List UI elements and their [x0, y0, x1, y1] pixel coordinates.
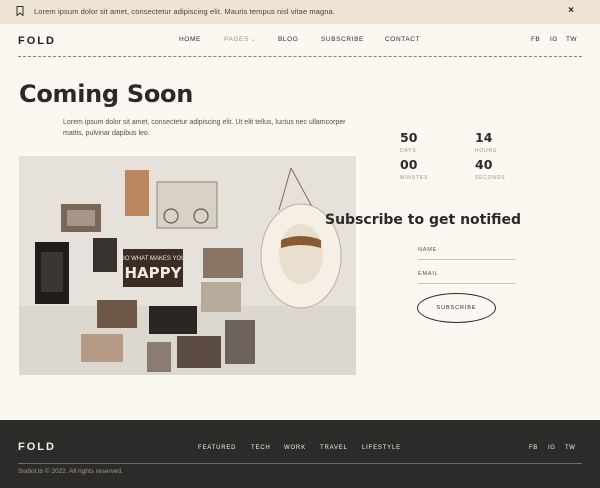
social-ig-link[interactable]: IG: [550, 36, 558, 43]
name-field-label: NAME: [418, 247, 438, 253]
footer-social-fb[interactable]: FB: [529, 445, 538, 451]
nav-subscribe[interactable]: SUBSCRIBE: [321, 36, 364, 43]
email-field[interactable]: [418, 283, 516, 284]
header-divider: [18, 56, 582, 57]
footer-nav-work[interactable]: WORK: [284, 445, 306, 451]
poster-line2: HAPPY: [124, 264, 182, 282]
hero-description: Lorem ipsum dolor sit amet, consectetur …: [63, 119, 346, 137]
social-fb-link[interactable]: FB: [531, 36, 540, 43]
footer-nav-lifestyle[interactable]: LIFESTYLE: [362, 445, 401, 451]
site-logo[interactable]: FOLD: [18, 35, 56, 47]
site-footer: FOLD FEATURED TECH WORK TRAVEL LIFESTYLE…: [0, 420, 600, 488]
footer-nav-tech[interactable]: TECH: [251, 445, 271, 451]
bookmark-icon: [16, 6, 24, 16]
nav-pages-label: PAGES: [224, 36, 249, 43]
hero-image: DO WHAT MAKES YOU HAPPY: [19, 156, 356, 375]
email-field-label: EMAIL: [418, 271, 439, 277]
close-icon[interactable]: ×: [568, 5, 574, 16]
nav-home[interactable]: HOME: [179, 36, 201, 43]
announcement-bar: Lorem ipsum dolor sit amet, consectetur …: [0, 0, 600, 24]
subscribe-title: Subscribe to get notified: [325, 212, 522, 228]
page-title: Coming Soon: [19, 80, 194, 108]
countdown-minutes: 00: [400, 157, 418, 172]
footer-logo[interactable]: FOLD: [18, 441, 56, 453]
footer-divider: [18, 463, 582, 464]
nav-pages[interactable]: PAGES ⌄: [224, 36, 257, 43]
countdown-minutes-label: MINUTES: [400, 175, 429, 181]
gallery-wall-illustration: DO WHAT MAKES YOU HAPPY: [19, 156, 356, 375]
nav-contact[interactable]: CONTACT: [385, 36, 420, 43]
footer-nav-featured[interactable]: FEATURED: [198, 445, 236, 451]
countdown-hours-label: HOURS: [475, 148, 498, 154]
nav-blog[interactable]: BLOG: [278, 36, 298, 43]
chevron-down-icon: ⌄: [250, 37, 257, 43]
site-header: FOLD HOME PAGES ⌄ BLOG SUBSCRIBE CONTACT …: [0, 24, 600, 56]
footer-social-ig[interactable]: IG: [548, 445, 556, 451]
announcement-text: Lorem ipsum dolor sit amet, consectetur …: [34, 7, 336, 16]
footer-nav-travel[interactable]: TRAVEL: [320, 445, 348, 451]
name-field[interactable]: [418, 259, 516, 260]
subscribe-button[interactable]: SUBSCRIBE: [417, 293, 496, 323]
countdown-days-label: DAYS: [400, 148, 417, 154]
copyright-text: Sodiol.lb © 2022. All rights reserved.: [18, 468, 123, 475]
countdown-hours: 14: [475, 130, 493, 145]
footer-social-tw[interactable]: TW: [565, 445, 576, 451]
social-tw-link[interactable]: TW: [566, 36, 577, 43]
countdown-days: 50: [400, 130, 418, 145]
countdown-seconds-label: SECONDS: [475, 175, 506, 181]
poster-line1: DO WHAT MAKES YOU: [120, 256, 185, 262]
countdown-seconds: 40: [475, 157, 493, 172]
